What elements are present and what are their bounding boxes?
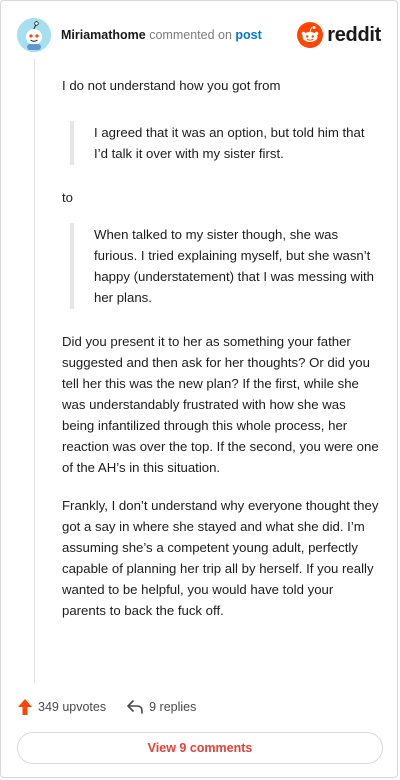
view-comments-label: View 9 comments: [147, 741, 253, 755]
upvote-count: 349 upvotes: [38, 700, 107, 714]
reply-arrow-icon: [127, 700, 143, 714]
blockquote: I agreed that it was an option, but told…: [70, 121, 380, 165]
avatar[interactable]: [17, 18, 51, 52]
author-line: Miriamathome commented on post: [61, 27, 262, 43]
reddit-brand[interactable]: reddit: [297, 22, 381, 48]
quote-text: When talked to my sister though, she was…: [94, 227, 375, 305]
view-comments-button[interactable]: View 9 comments: [17, 732, 383, 764]
comment-actions: 349 upvotes 9 replies: [17, 695, 196, 719]
replies-button[interactable]: 9 replies: [126, 699, 196, 715]
brand-wordmark: reddit: [327, 23, 381, 46]
author-name[interactable]: Miriamathome: [61, 28, 146, 42]
snoo-avatar-icon: [17, 18, 51, 52]
upvote-button[interactable]: 349 upvotes: [17, 698, 106, 716]
comment-paragraph: Did you present it to her as something y…: [62, 334, 379, 475]
upvote-arrow-icon: [18, 699, 32, 715]
blockquote: When talked to my sister though, she was…: [70, 223, 380, 309]
comment-card: Miriamathome commented on post reddit I …: [0, 0, 398, 778]
comment-header: Miriamathome commented on post reddit: [17, 17, 381, 53]
quote-text: I agreed that it was an option, but told…: [94, 125, 365, 161]
comment-paragraph: Frankly, I don’t understand why everyone…: [62, 498, 379, 618]
comment-intro: I do not understand how you got from: [62, 78, 281, 93]
replies-count: 9 replies: [149, 700, 197, 714]
comment-body: I do not understand how you got from I a…: [62, 75, 380, 621]
comment-connector: to: [62, 190, 73, 205]
comment-meta: commented on: [149, 28, 232, 42]
thread-line[interactable]: [34, 59, 35, 683]
post-link[interactable]: post: [235, 28, 261, 42]
reddit-logo-icon: [297, 22, 324, 48]
